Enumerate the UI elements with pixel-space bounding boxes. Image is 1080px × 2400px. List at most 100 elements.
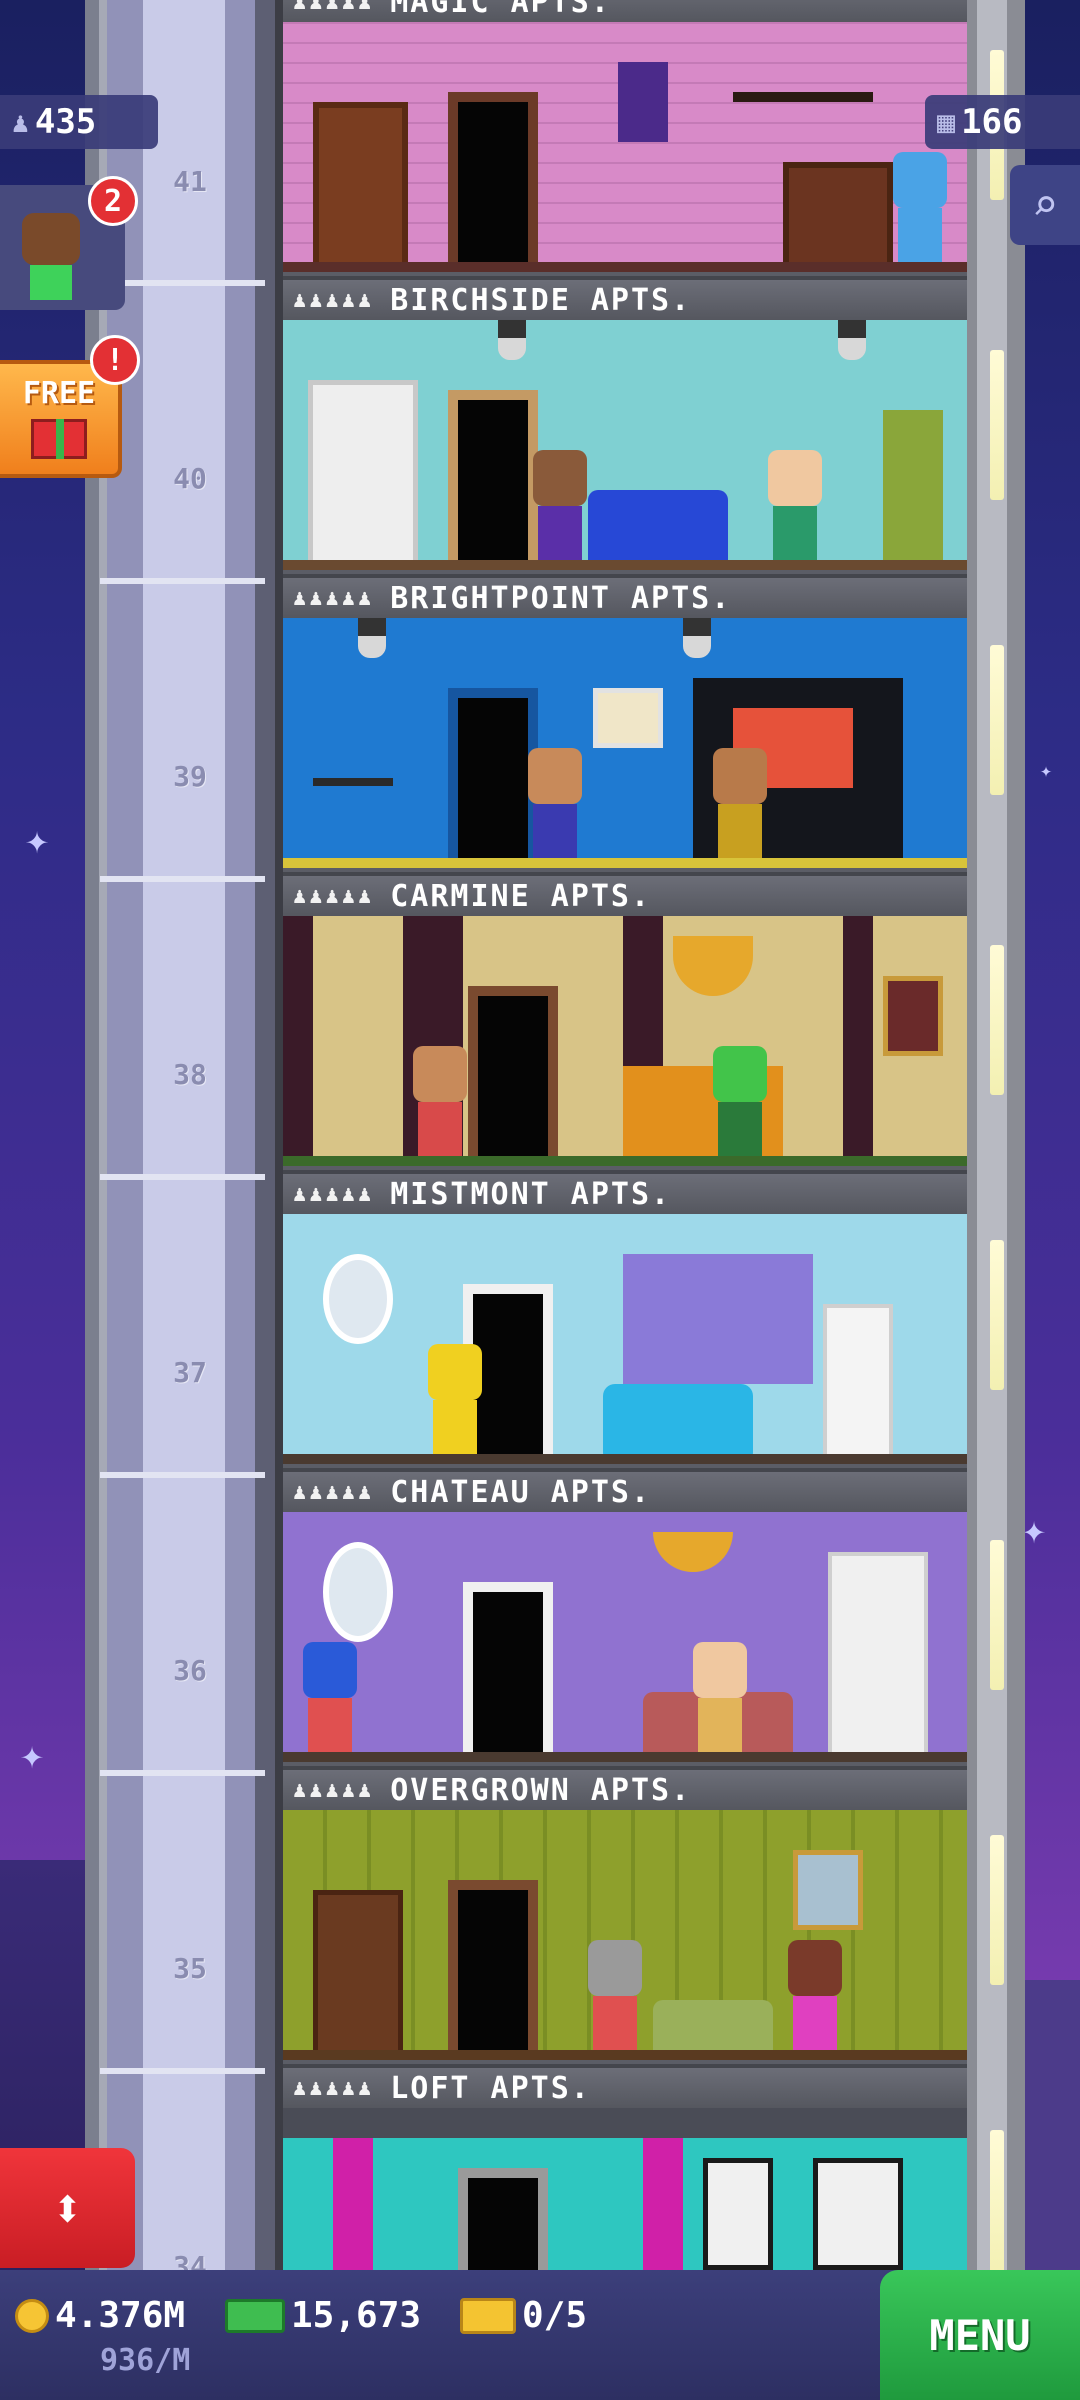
resident[interactable] — [713, 748, 767, 858]
coin-rate: 936/M — [100, 2343, 191, 2378]
resident[interactable] — [413, 1046, 467, 1156]
apartment-room — [283, 916, 967, 1166]
floor-loft-apts[interactable]: ♟♟♟♟♟ LOFT APTS. — [283, 2064, 967, 2270]
apartment-room — [283, 1214, 967, 1464]
star-decoration: ✦ — [1040, 758, 1053, 782]
doorway — [448, 1880, 538, 2050]
building-grid-icon: ▦ — [937, 104, 956, 140]
floor-number: 36 — [173, 1654, 207, 1687]
floor-birchside-apts[interactable]: ♟♟♟♟♟ BIRCHSIDE APTS. — [283, 276, 967, 570]
window-light — [990, 350, 1004, 500]
population-value: 435 — [34, 102, 97, 142]
banner — [618, 62, 668, 142]
floor-name: MISTMONT APTS. — [390, 1176, 672, 1212]
bookshelf — [313, 1890, 403, 2050]
background-skyline — [1020, 1980, 1080, 2280]
floor-number: 37 — [173, 1356, 207, 1389]
window — [813, 2158, 903, 2270]
resident[interactable] — [788, 1940, 842, 2050]
resident-slots-icon: ♟♟♟♟♟ — [293, 1181, 375, 1207]
resident[interactable] — [713, 1046, 767, 1156]
floor-label: ♟♟♟♟♟ MAGIC APTS. — [283, 0, 967, 22]
apartment-room — [283, 1512, 967, 1762]
tickets-value: 0/5 — [522, 2295, 588, 2336]
up-down-arrows-icon: ⬍ — [51, 2176, 84, 2240]
floor-magic-apts[interactable]: ♟♟♟♟♟ MAGIC APTS. — [283, 0, 967, 272]
floor-label: ♟♟♟♟♟ CARMINE APTS. — [283, 872, 967, 916]
doorway — [463, 1582, 553, 1752]
round-mirror — [323, 1254, 393, 1344]
resident[interactable] — [588, 1940, 642, 2050]
window — [703, 2158, 773, 2270]
floor-mistmont-apts[interactable]: ♟♟♟♟♟ MISTMONT APTS. — [283, 1170, 967, 1464]
pink-curtain — [333, 2138, 373, 2270]
vip-avatar-body — [30, 265, 72, 300]
magnifier-icon[interactable]: ⌕ — [1010, 165, 1080, 245]
doorway — [448, 688, 538, 858]
resident-slots-icon: ♟♟♟♟♟ — [293, 287, 375, 313]
vip-avatar — [22, 213, 80, 265]
resident[interactable] — [768, 450, 822, 560]
bux-value: 15,673 — [291, 2295, 422, 2336]
window-light — [990, 1240, 1004, 1390]
floor-count-value: 166 — [961, 102, 1023, 142]
floor-brightpoint-apts[interactable]: ♟♟♟♟♟ BRIGHTPOINT APTS. — [283, 574, 967, 868]
resident[interactable] — [693, 1642, 747, 1752]
fridge — [823, 1304, 893, 1454]
resident-slots-icon: ♟♟♟♟♟ — [293, 883, 375, 909]
star-decoration: ✦ — [25, 817, 50, 863]
coins-display: 4.376M — [15, 2295, 185, 2336]
apartment-room — [283, 320, 967, 570]
floor-overgrown-apts[interactable]: ♟♟♟♟♟ OVERGROWN APTS. — [283, 1766, 967, 2060]
chandelier — [653, 1532, 733, 1572]
doorway — [468, 986, 558, 1156]
ceiling-lamp — [358, 618, 386, 658]
floor-label: ♟♟♟♟♟ BRIGHTPOINT APTS. — [283, 574, 967, 618]
floor-name: LOFT APTS. — [390, 2070, 591, 2106]
resident[interactable] — [533, 450, 587, 560]
apartment-room — [283, 2108, 967, 2270]
resident-slots-icon: ♟♟♟♟♟ — [293, 1479, 375, 1505]
star-decoration: ✦ — [20, 1732, 45, 1778]
painting — [793, 1850, 863, 1930]
population-counter[interactable]: ♟ 435 — [0, 95, 158, 149]
resident-slots-icon: ♟♟♟♟♟ — [293, 585, 375, 611]
elevator-button[interactable]: ⬍ — [0, 2148, 135, 2268]
floor-number: 35 — [173, 1952, 207, 1985]
floor-name: BRIGHTPOINT APTS. — [390, 580, 732, 616]
floor-name: MAGIC APTS. — [390, 0, 611, 20]
resident[interactable] — [528, 748, 582, 858]
resident[interactable] — [303, 1642, 357, 1752]
floor-counter[interactable]: ▦ 166 — [925, 95, 1080, 149]
resident-slots-icon: ♟♟♟♟♟ — [293, 2075, 375, 2101]
painting — [883, 976, 943, 1056]
window-light — [990, 945, 1004, 1095]
floor-name: CARMINE APTS. — [390, 878, 652, 914]
ceiling-lamp — [683, 618, 711, 658]
floor-label: ♟♟♟♟♟ LOFT APTS. — [283, 2064, 967, 2108]
floor-label: ♟♟♟♟♟ BIRCHSIDE APTS. — [283, 276, 967, 320]
floor-label: ♟♟♟♟♟ OVERGROWN APTS. — [283, 1766, 967, 1810]
floor-name: BIRCHSIDE APTS. — [390, 282, 692, 318]
chandelier — [733, 52, 873, 102]
cyan-sofa — [603, 1384, 753, 1454]
ceiling-lamp — [498, 320, 526, 360]
floor-name: OVERGROWN APTS. — [390, 1772, 692, 1808]
floor-number: 38 — [173, 1058, 207, 1091]
coin-icon — [15, 2298, 49, 2333]
floor-carmine-apts[interactable]: ♟♟♟♟♟ CARMINE APTS. — [283, 872, 967, 1166]
pink-curtain — [643, 2138, 683, 2270]
tickets-display: 0/5 — [460, 2295, 587, 2336]
resident[interactable] — [428, 1344, 482, 1454]
doorway — [448, 92, 538, 262]
floor-number: 39 — [173, 760, 207, 793]
menu-button[interactable]: MENU — [880, 2270, 1080, 2400]
ticket-icon — [460, 2297, 516, 2334]
plant — [883, 410, 943, 560]
window-light — [990, 645, 1004, 795]
floor-chateau-apts[interactable]: ♟♟♟♟♟ CHATEAU APTS. — [283, 1468, 967, 1762]
shaft-divider — [100, 876, 265, 882]
floor-name: CHATEAU APTS. — [390, 1474, 652, 1510]
resident[interactable] — [893, 152, 947, 262]
star-decoration: ✦ — [1022, 1507, 1047, 1553]
